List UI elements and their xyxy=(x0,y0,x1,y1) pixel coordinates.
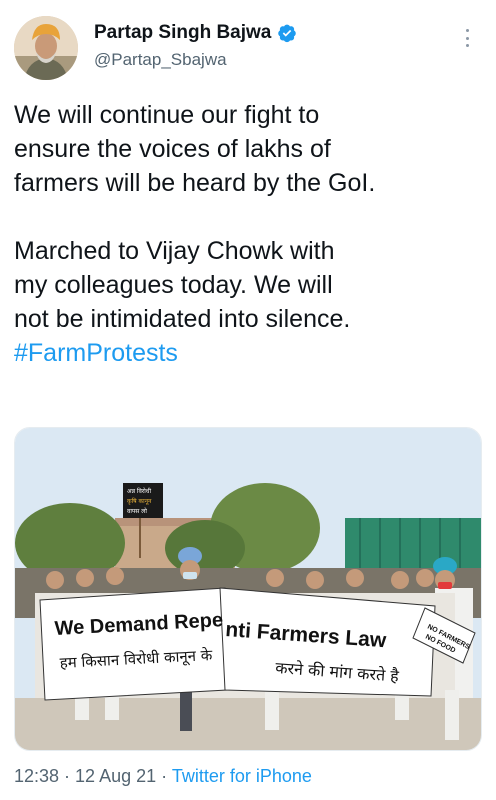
tweet-time[interactable]: 12:38 xyxy=(14,766,59,786)
top-placard-line-3: वापस लो xyxy=(127,507,147,515)
avatar[interactable] xyxy=(14,16,78,80)
meta-separator: · xyxy=(59,766,76,786)
display-name[interactable]: Partap Singh Bajwa xyxy=(94,22,271,44)
author-info: Partap Singh Bajwa @Partap_Sbajwa xyxy=(94,22,297,70)
handle[interactable]: @Partap_Sbajwa xyxy=(94,50,297,70)
verified-badge-icon xyxy=(277,23,297,43)
text-line: farmers will be heard by the GoI. xyxy=(14,169,376,197)
text-line: ensure the voices of lakhs of xyxy=(14,135,331,163)
tweet-date[interactable]: 12 Aug 21 xyxy=(75,766,156,786)
tweet-photo[interactable]: We Demand Repe nti Farmers Law हम किसान … xyxy=(14,427,482,751)
more-options-icon[interactable] xyxy=(458,26,476,50)
meta-separator: · xyxy=(156,766,172,786)
tweet-text: We will continue our fight to ensure the… xyxy=(14,98,484,370)
hashtag-link[interactable]: #FarmProtests xyxy=(14,339,178,367)
text-line: We will continue our fight to xyxy=(14,101,320,129)
tweet-source-link[interactable]: Twitter for iPhone xyxy=(172,766,312,786)
text-line: not be intimidated into silence. xyxy=(14,305,351,333)
tweet-meta: 12:38 · 12 Aug 21 · Twitter for iPhone xyxy=(14,766,312,787)
top-placard-line-2: कृषि कानून xyxy=(127,497,152,505)
tweet-header: Partap Singh Bajwa @Partap_Sbajwa xyxy=(14,14,482,84)
top-placard-line-1: अन्न विरोधी xyxy=(127,487,151,495)
text-line: Marched to Vijay Chowk with xyxy=(14,237,335,265)
text-line: my colleagues today. We will xyxy=(14,271,333,299)
